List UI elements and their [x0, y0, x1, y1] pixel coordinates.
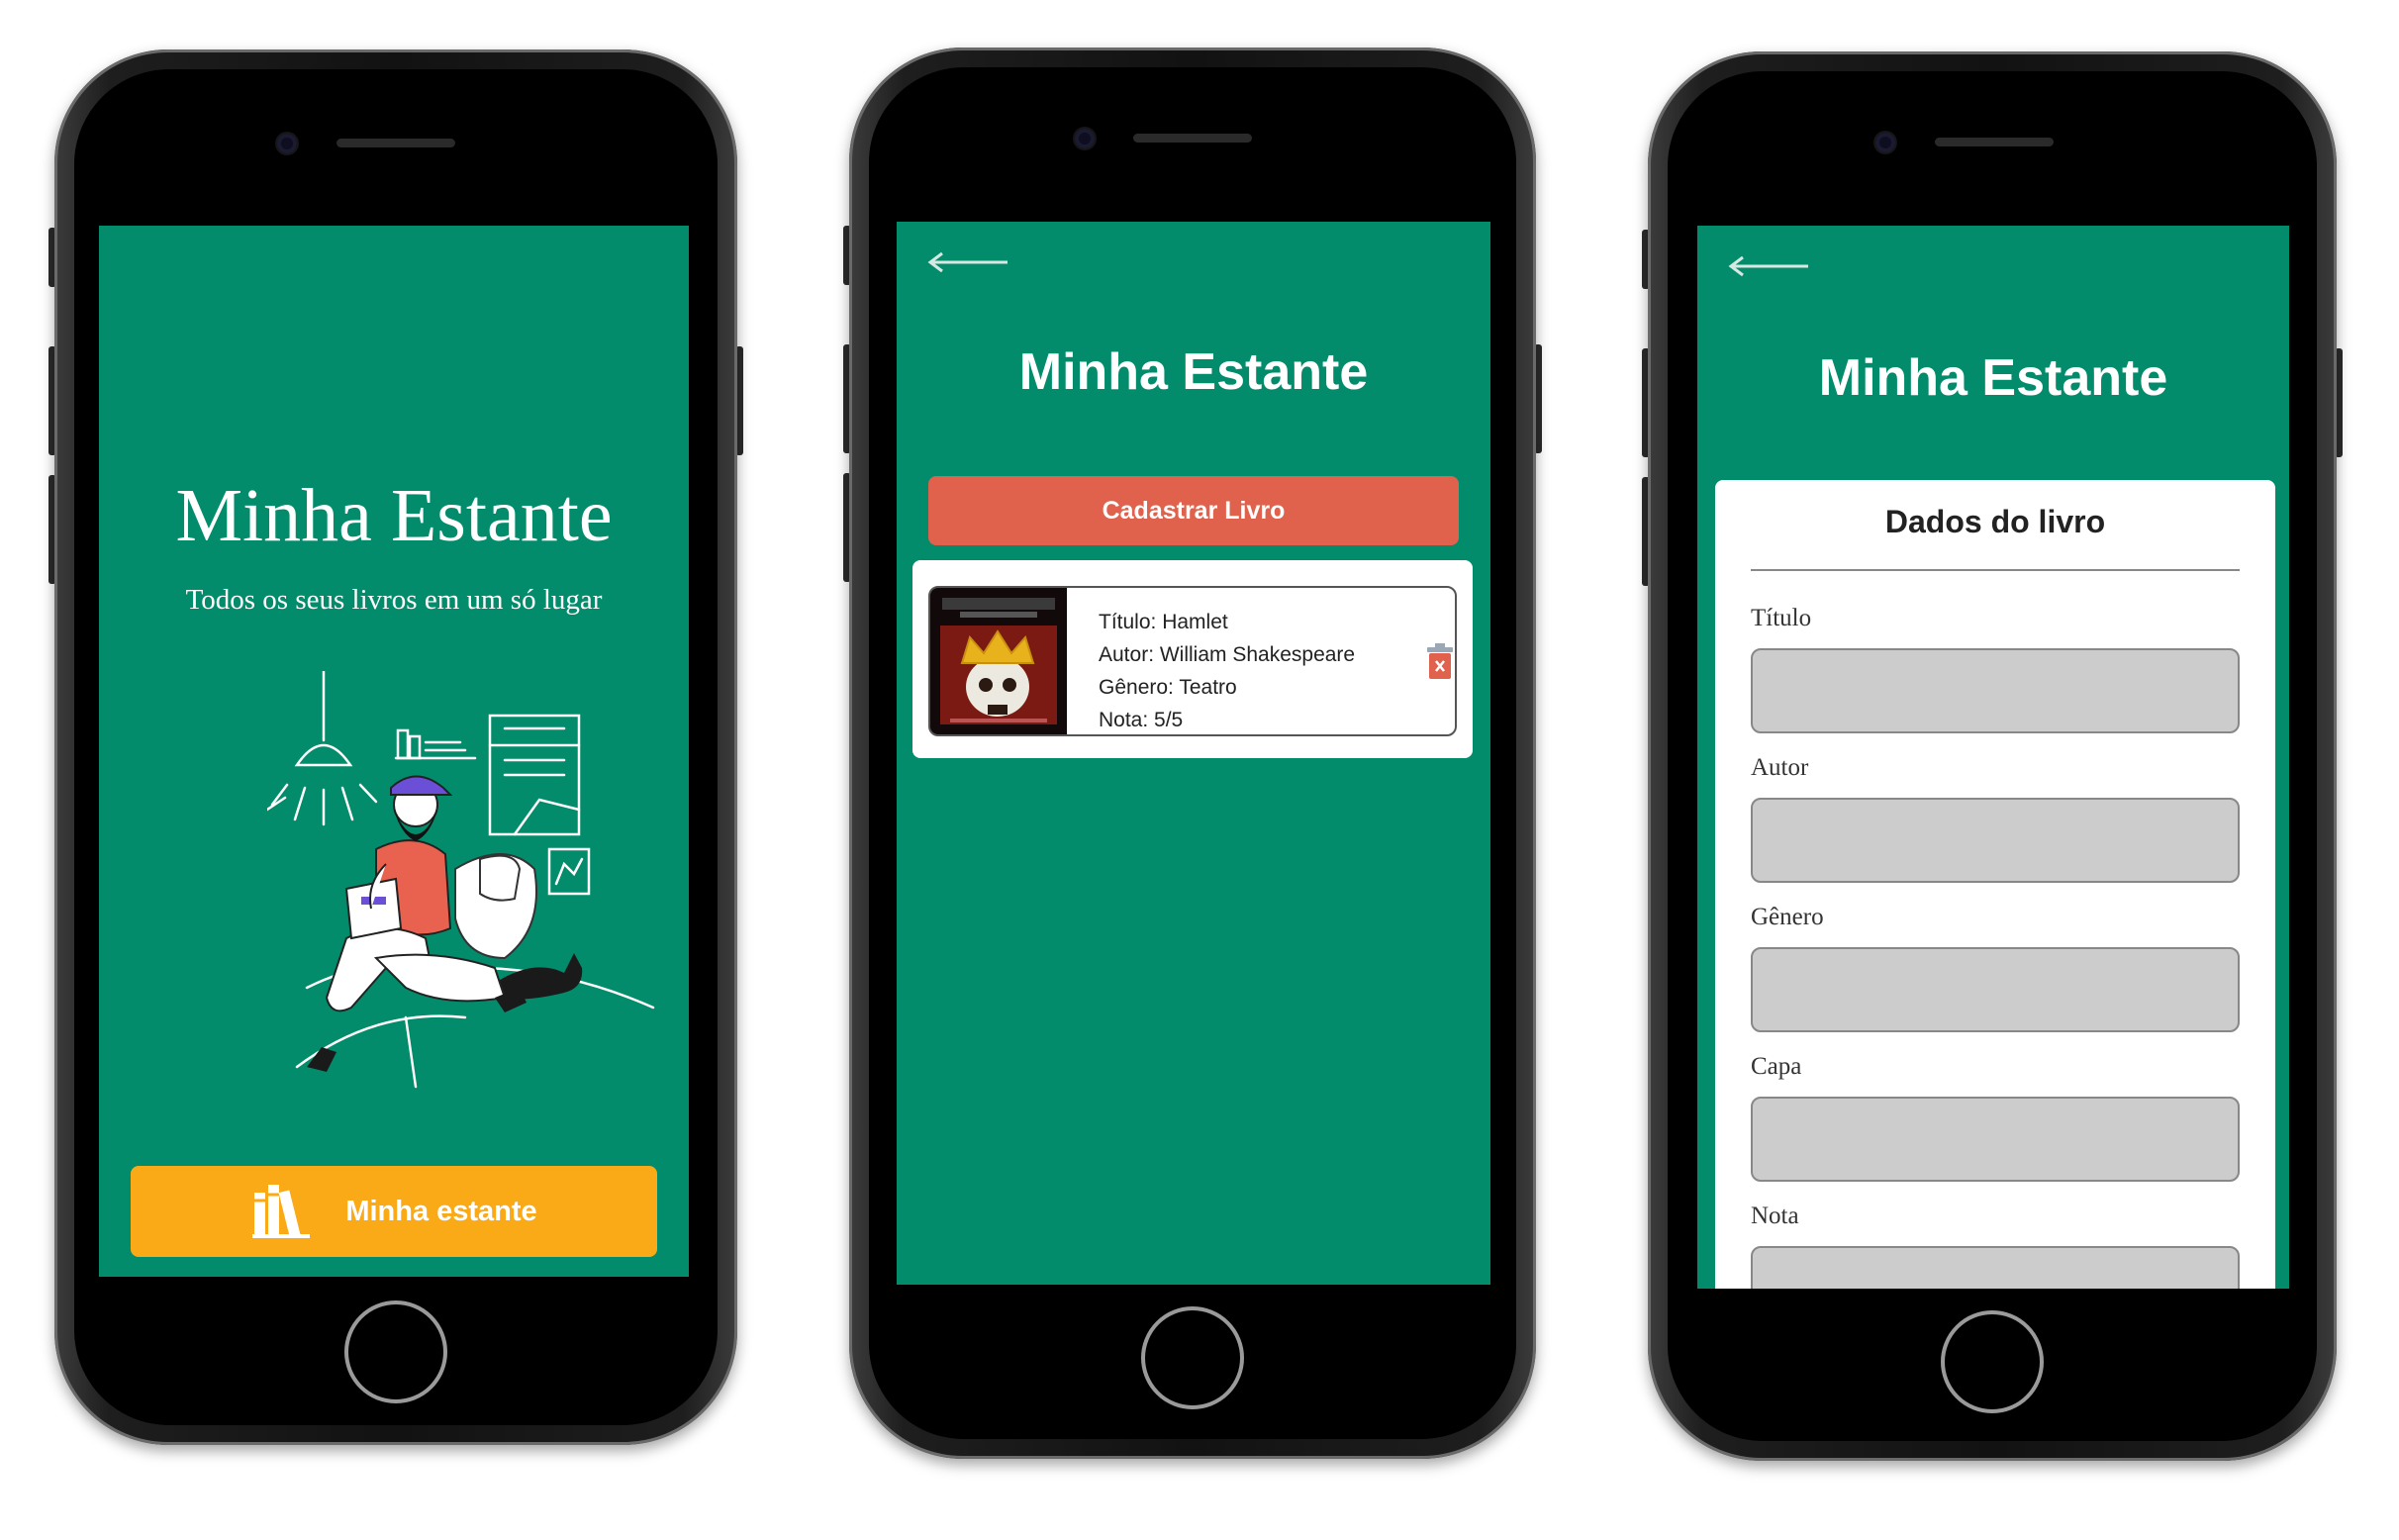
app-subtitle: Todos os seus livros em um só lugar [185, 584, 603, 616]
my-shelf-button[interactable]: Minha estante [131, 1166, 657, 1257]
home-button[interactable] [1941, 1310, 2044, 1413]
book-form: Dados do livro Título Autor Gênero Capa … [1715, 480, 2275, 1289]
form-title: Dados do livro [1884, 504, 2106, 539]
trash-icon[interactable] [1425, 641, 1455, 686]
genre-field[interactable] [1751, 947, 2240, 1032]
camera-icon [1875, 133, 1895, 152]
speaker [1935, 138, 2054, 146]
home-button[interactable] [344, 1300, 447, 1403]
camera-icon [277, 134, 297, 153]
book-title: Título: Hamlet [1099, 611, 1228, 633]
speaker [336, 139, 455, 147]
book-info: Título: Hamlet Autor: William Shakespear… [1099, 606, 1356, 734]
phone-welcome: Minha Estante Todos os seus livros em um… [48, 49, 743, 1445]
book-genre: Gênero: Teatro [1099, 676, 1237, 699]
genre-label: Gênero [1751, 904, 1824, 930]
welcome-screen: Minha Estante Todos os seus livros em um… [99, 226, 689, 1277]
books-icon [250, 1179, 312, 1245]
camera-icon [1075, 129, 1095, 148]
form-screen: Minha Estante Dados do livro Título Auto… [1697, 226, 2289, 1289]
book-rating: Nota: 5/5 [1099, 709, 1184, 731]
shelf-screen: Minha Estante Cadastrar Livro Título: Ha… [897, 222, 1490, 1285]
title-field[interactable] [1751, 648, 2240, 733]
phone-form: Minha Estante Dados do livro Título Auto… [1642, 51, 2343, 1461]
person-reading-illustration [265, 669, 683, 1121]
back-arrow-icon[interactable] [1727, 255, 1810, 282]
back-arrow-icon[interactable] [926, 251, 1009, 278]
add-book-button[interactable]: Cadastrar Livro [928, 476, 1459, 545]
my-shelf-button-label: Minha estante [345, 1195, 537, 1227]
rating-label: Nota [1751, 1203, 1799, 1229]
book-list: Título: Hamlet Autor: William Shakespear… [912, 560, 1473, 758]
author-label: Autor [1751, 754, 1809, 781]
hamlet-cover-image [930, 588, 1067, 734]
divider [1751, 569, 2240, 571]
rating-field[interactable] [1751, 1246, 2240, 1289]
title-label: Título [1751, 605, 1812, 631]
app-title: Minha Estante [175, 474, 613, 557]
page-title: Minha Estante [1818, 349, 2168, 407]
speaker [1133, 134, 1252, 143]
book-card[interactable]: Título: Hamlet Autor: William Shakespear… [928, 586, 1457, 736]
author-field[interactable] [1751, 798, 2240, 883]
book-author: Autor: William Shakespeare [1099, 643, 1356, 666]
phone-shelf: Minha Estante Cadastrar Livro Título: Ha… [843, 48, 1542, 1459]
cover-field[interactable] [1751, 1097, 2240, 1182]
page-title: Minha Estante [1018, 343, 1369, 401]
home-button[interactable] [1141, 1306, 1244, 1409]
cover-label: Capa [1751, 1053, 1802, 1080]
